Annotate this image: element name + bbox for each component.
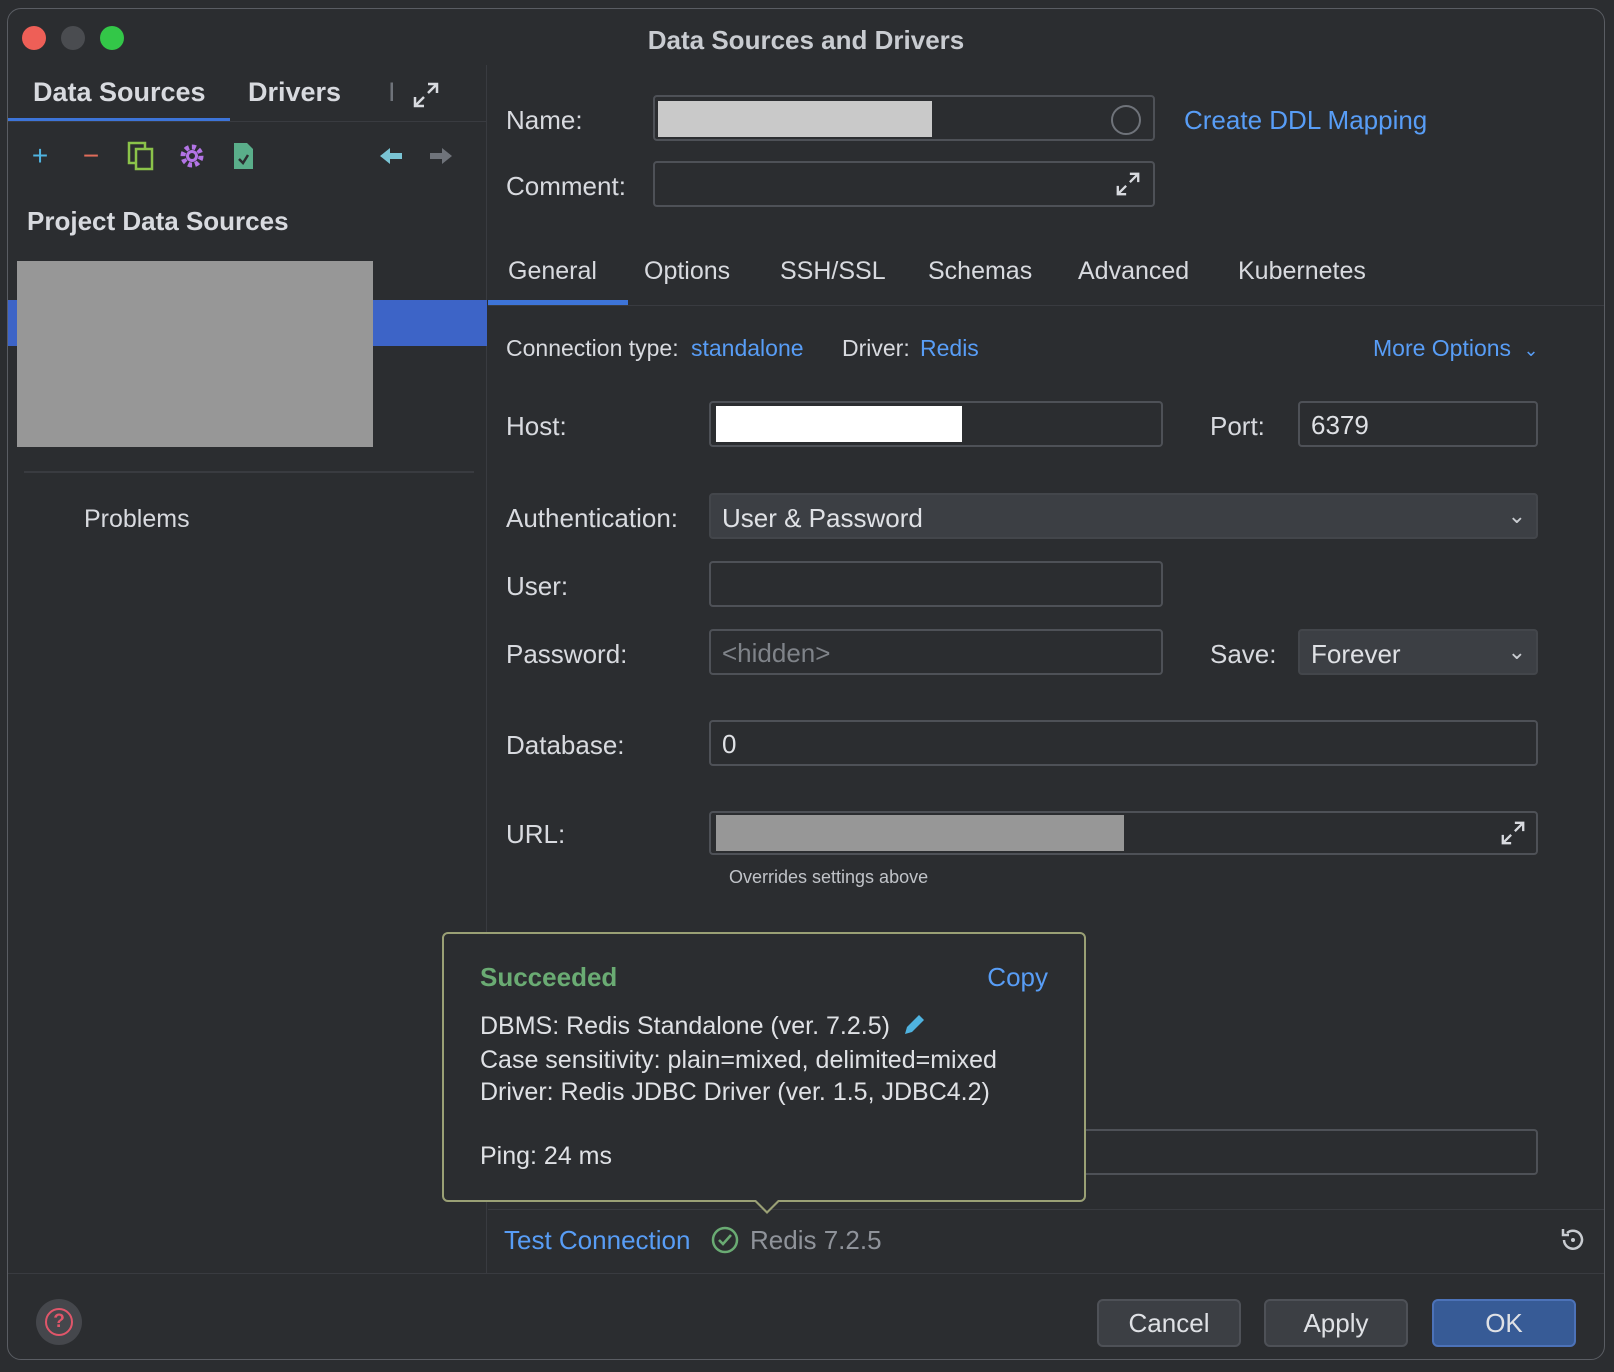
driver-link[interactable]: Redis — [920, 335, 979, 362]
expand-icon[interactable] — [1500, 820, 1526, 846]
url-hint: Overrides settings above — [729, 867, 929, 887]
cancel-button[interactable]: Cancel — [1097, 1299, 1241, 1347]
popup-pointer-inner — [755, 1199, 779, 1211]
more-options-link[interactable]: More Options ⌄ — [1373, 335, 1539, 362]
tab-more[interactable]: I — [388, 77, 396, 108]
redacted-name-value — [658, 101, 932, 137]
more-options-label: More Options — [1373, 335, 1512, 361]
problems-item[interactable]: Problems — [84, 505, 190, 534]
database-label: Database: — [506, 730, 625, 760]
forward-arrow-icon[interactable] — [424, 139, 458, 173]
expand-icon[interactable] — [412, 81, 440, 109]
chevron-down-icon: ⌄ — [1507, 503, 1526, 528]
popup-dbms-line: DBMS: Redis Standalone (ver. 7.2.5) — [480, 1012, 927, 1041]
help-button[interactable]: ? — [36, 1299, 82, 1345]
copy-link[interactable]: Copy — [987, 962, 1048, 993]
url-field[interactable] — [709, 811, 1538, 855]
add-icon[interactable]: + — [23, 139, 57, 173]
tab-options[interactable]: Options — [644, 257, 730, 286]
test-connection-link[interactable]: Test Connection — [504, 1225, 690, 1256]
name-field[interactable] — [653, 95, 1155, 141]
redacted-data-source-list — [17, 261, 373, 447]
left-tabs: Data Sources Drivers I — [8, 65, 486, 123]
tabs-divider — [488, 305, 1604, 306]
tab-ssh-ssl[interactable]: SSH/SSL — [780, 257, 886, 286]
check-circle-icon — [711, 1226, 739, 1254]
tab-drivers[interactable]: Drivers — [248, 77, 341, 108]
apply-button[interactable]: Apply — [1264, 1299, 1408, 1347]
authentication-value: User & Password — [722, 503, 923, 533]
tabs-divider — [8, 121, 486, 122]
comment-label: Comment: — [506, 171, 626, 201]
tab-schemas[interactable]: Schemas — [928, 257, 1032, 286]
expand-icon[interactable] — [1115, 171, 1141, 197]
project-data-sources-title: Project Data Sources — [27, 206, 289, 236]
popup-driver-line: Driver: Redis JDBC Driver (ver. 1.5, JDB… — [480, 1078, 990, 1106]
left-pane: Data Sources Drivers I + − Project Data … — [8, 65, 487, 1273]
create-ddl-mapping-link[interactable]: Create DDL Mapping — [1184, 105, 1427, 136]
save-value: Forever — [1311, 639, 1401, 669]
database-value: 0 — [722, 729, 737, 759]
connection-type-link[interactable]: standalone — [691, 335, 804, 362]
gear-icon[interactable] — [175, 139, 209, 173]
title-bar: Data Sources and Drivers — [8, 9, 1604, 65]
user-field[interactable] — [709, 561, 1163, 607]
popup-ping-line: Ping: 24 ms — [480, 1142, 613, 1170]
tab-kubernetes[interactable]: Kubernetes — [1238, 257, 1366, 286]
connection-type-label: Connection type: — [506, 335, 679, 361]
popup-case-line: Case sensitivity: plain=mixed, delimited… — [480, 1046, 997, 1074]
connection-success-popup: Succeeded Copy DBMS: Redis Standalone (v… — [442, 932, 1086, 1202]
left-divider — [24, 471, 474, 473]
pencil-icon[interactable] — [901, 1012, 927, 1038]
authentication-label: Authentication: — [506, 503, 679, 533]
back-arrow-icon[interactable] — [374, 139, 408, 173]
footer-divider — [8, 1273, 1604, 1274]
host-field[interactable] — [709, 401, 1163, 447]
popup-status: Succeeded — [480, 962, 618, 992]
window-title: Data Sources and Drivers — [647, 25, 965, 55]
authentication-select[interactable]: User & Password ⌄ — [709, 493, 1538, 539]
reset-icon[interactable] — [1558, 1225, 1588, 1255]
save-select[interactable]: Forever ⌄ — [1298, 629, 1538, 675]
redacted-host-value — [716, 406, 962, 442]
tab-advanced[interactable]: Advanced — [1078, 257, 1189, 286]
chevron-down-icon: ⌄ — [1523, 340, 1539, 360]
password-label: Password: — [506, 639, 628, 669]
tab-general[interactable]: General — [508, 257, 597, 286]
database-field[interactable]: 0 — [709, 720, 1538, 766]
test-row-divider — [488, 1209, 1604, 1210]
user-label: User: — [506, 571, 569, 601]
comment-field[interactable] — [653, 161, 1155, 207]
save-label: Save: — [1210, 639, 1277, 669]
hidden-field[interactable] — [1048, 1129, 1538, 1175]
password-field[interactable]: <hidden> — [709, 629, 1163, 675]
test-result-text: Redis 7.2.5 — [750, 1225, 882, 1255]
redacted-url-value — [716, 815, 1124, 851]
password-placeholder: <hidden> — [722, 638, 831, 668]
help-icon: ? — [45, 1307, 73, 1336]
port-label: Port: — [1210, 411, 1265, 441]
tab-data-sources[interactable]: Data Sources — [33, 77, 206, 108]
driver-label: Driver: — [842, 335, 910, 361]
chevron-down-icon: ⌄ — [1507, 639, 1526, 664]
duplicate-icon[interactable] — [124, 139, 158, 173]
host-label: Host: — [506, 411, 567, 441]
import-icon[interactable] — [226, 139, 260, 173]
name-label: Name: — [506, 105, 583, 135]
popup-dbms-text: DBMS: Redis Standalone (ver. 7.2.5) — [480, 1012, 890, 1040]
url-label: URL: — [506, 819, 566, 849]
color-circle-icon[interactable] — [1111, 105, 1141, 135]
remove-icon[interactable]: − — [74, 139, 108, 173]
port-value: 6379 — [1311, 410, 1369, 440]
ok-button[interactable]: OK — [1432, 1299, 1576, 1347]
port-field[interactable]: 6379 — [1298, 401, 1538, 447]
